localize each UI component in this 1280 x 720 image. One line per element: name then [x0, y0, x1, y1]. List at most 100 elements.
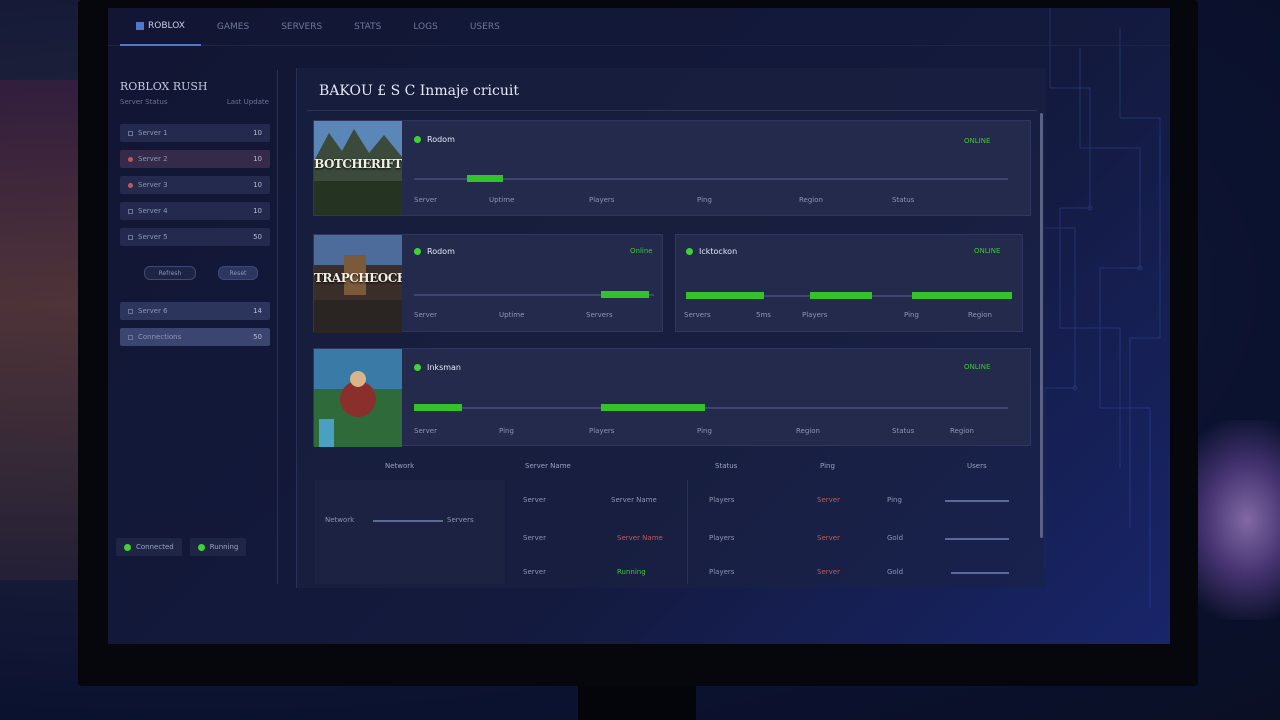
network-label-b: Servers — [447, 516, 474, 524]
table-cell: Gold — [887, 534, 904, 542]
page-title: BAKOU £ S C Inmaje cricuit — [319, 83, 519, 99]
top-navigation: ROBLOX GAMES SERVERS STATS LOGS USERS — [108, 8, 1170, 46]
tab-logs[interactable]: LOGS — [397, 8, 453, 46]
game-card-2[interactable]: TRAPCHEOCH Rodom Online Server Uptime Se… — [313, 234, 663, 333]
stat-label: Server — [414, 196, 437, 204]
table-cell: Server — [817, 568, 840, 576]
tab-servers[interactable]: SERVERS — [265, 8, 338, 46]
online-dot-icon — [414, 136, 421, 143]
game-card-1[interactable]: BOTCHERIFT Rodom ONLINE Server Uptime Pl… — [313, 120, 1031, 216]
stat-label: Status — [892, 196, 915, 204]
sidebar-item-server-3[interactable]: Server 3 10 — [120, 176, 270, 194]
card-name: Rodom — [427, 135, 455, 144]
status-chip-label: Connected — [136, 543, 174, 551]
stat-label: Region — [950, 427, 974, 435]
column-header: Server Name — [525, 462, 571, 470]
usage-bar — [945, 500, 1009, 502]
status-badge: ONLINE — [974, 247, 1001, 255]
sidebar-item-server-5[interactable]: Server 5 50 — [120, 228, 270, 246]
card-header: Inksman — [414, 363, 461, 372]
sidebar-item-server-6[interactable]: Server 6 14 — [120, 302, 270, 320]
tab-label: ROBLOX — [148, 20, 185, 31]
game-card-3[interactable]: Icktockon ONLINE Servers 5ms Players Pin… — [675, 234, 1023, 332]
column-header: Ping — [820, 462, 835, 470]
thumbnail-title: BOTCHERIFT — [314, 157, 402, 171]
sidebar-item-value: 14 — [253, 307, 262, 315]
sidebar-sub-right: Last Update — [226, 98, 269, 106]
column-header: Network — [385, 462, 415, 470]
sidebar-item-connections[interactable]: Connections 50 — [120, 328, 270, 346]
divider — [307, 110, 1037, 111]
sidebar-item-server-1[interactable]: Server 1 10 — [120, 124, 270, 142]
stat-label: Players — [802, 311, 828, 319]
sidebar-item-label: Server 1 — [138, 129, 168, 137]
sidebar-item-server-4[interactable]: Server 4 10 — [120, 202, 270, 220]
sidebar-subheader: Server Status Last Update — [120, 98, 269, 106]
stat-label: Server — [414, 427, 437, 435]
tab-users[interactable]: USERS — [454, 8, 516, 46]
progress-track — [686, 292, 1012, 299]
stat-label: Uptime — [499, 311, 525, 319]
status-badge: ONLINE — [964, 363, 991, 371]
sidebar-item-value: 50 — [253, 233, 262, 241]
scrollbar[interactable] — [1040, 113, 1043, 538]
table-cell: Server Name — [617, 534, 663, 542]
refresh-button[interactable]: Refresh — [144, 266, 196, 280]
tab-label: LOGS — [413, 21, 438, 32]
card-name: Inksman — [427, 363, 461, 372]
stat-label: Server — [414, 311, 437, 319]
tab-roblox[interactable]: ROBLOX — [120, 8, 201, 46]
reset-button[interactable]: Reset — [218, 266, 258, 280]
table-cell: Ping — [887, 496, 902, 504]
status-badge: ONLINE — [964, 137, 991, 145]
progress-fill-b — [601, 404, 705, 411]
tab-label: USERS — [469, 21, 500, 32]
table-cell: Server Name — [611, 496, 657, 504]
stat-label: Status — [892, 427, 915, 435]
column-divider — [687, 480, 688, 584]
card-name: Rodom — [427, 247, 455, 256]
stat-label: Uptime — [489, 196, 515, 204]
screen: ROBLOX GAMES SERVERS STATS LOGS USERS RO… — [108, 8, 1170, 644]
online-dot-icon — [414, 364, 421, 371]
table-cell: Players — [709, 534, 735, 542]
status-badge: Online — [630, 247, 653, 255]
tab-games[interactable]: GAMES — [201, 8, 265, 46]
progress-fill — [601, 291, 650, 298]
game-card-4[interactable]: Inksman ONLINE Server Ping Players Ping … — [313, 348, 1031, 447]
progress-fill-b — [810, 292, 872, 299]
server-icon — [128, 308, 133, 314]
stat-label: Players — [589, 196, 615, 204]
thumbnail-title: TRAPCHEOCH — [314, 271, 402, 285]
sidebar-item-server-2[interactable]: Server 2 10 — [120, 150, 270, 168]
sidebar-button-row: Refresh Reset — [144, 266, 277, 280]
sidebar-item-value: 10 — [253, 155, 262, 163]
stat-label: Region — [968, 311, 992, 319]
status-chip-connected[interactable]: Connected — [116, 538, 182, 556]
progress-fill-a — [686, 292, 764, 299]
sidebar: ROBLOX RUSH Server Status Last Update Se… — [112, 70, 278, 584]
progress-fill-c — [912, 292, 1012, 299]
usage-bar — [951, 572, 1009, 574]
link-icon — [128, 334, 133, 340]
status-chip-running[interactable]: Running — [189, 538, 247, 556]
app-logo-icon — [136, 21, 144, 30]
thumbnail-image — [314, 349, 402, 447]
usage-bar — [945, 538, 1009, 540]
stat-label: Ping — [697, 196, 712, 204]
sidebar-item-value: 50 — [253, 333, 262, 341]
sidebar-item-label: Server 4 — [138, 207, 168, 215]
game-thumbnail: BOTCHERIFT — [314, 121, 402, 215]
tab-stats[interactable]: STATS — [338, 8, 397, 46]
alert-dot-icon — [128, 182, 133, 188]
stat-label: Ping — [499, 427, 514, 435]
background-glow-left — [0, 80, 90, 580]
monitor-stand — [578, 686, 696, 720]
column-header: Users — [967, 462, 987, 470]
game-thumbnail: TRAPCHEOCH — [314, 235, 402, 333]
online-dot-icon — [686, 248, 693, 255]
network-line — [373, 520, 443, 522]
status-chip-label: Running — [209, 543, 239, 551]
server-table: Network Server Name Status Ping Users Ne… — [315, 460, 1017, 588]
online-dot-icon — [414, 248, 421, 255]
